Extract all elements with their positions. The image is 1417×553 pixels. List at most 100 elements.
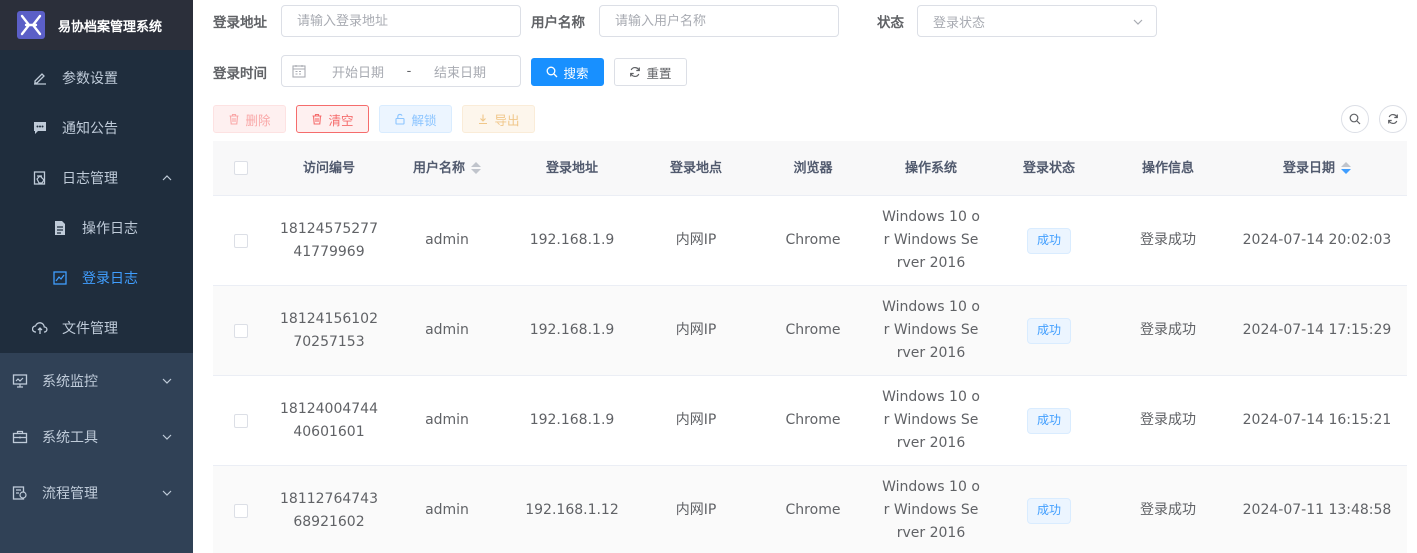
cell-browser: Chrome [785,412,841,428]
cell-user: admin [425,232,469,248]
log-icon [32,170,48,186]
export-button[interactable]: 导出 [462,105,535,133]
cell-browser: Chrome [785,322,841,338]
status-badge: 成功 [1026,407,1071,434]
refresh-table-button[interactable] [1379,105,1407,133]
sort-icon[interactable] [1341,162,1351,174]
reset-button[interactable]: 重置 [614,58,687,86]
logininfor-icon [52,270,68,286]
sidebar-item-label: 日志管理 [62,171,118,187]
user-input[interactable] [615,13,823,29]
cell-date: 2024-07-11 13:48:58 [1242,502,1392,518]
search-icon [547,66,558,78]
cell-ip: 192.168.1.9 [529,322,615,338]
table-row[interactable]: 1811276474368921602 admin 192.168.1.12 内… [213,466,1407,553]
sidebar-item-logininfor[interactable]: 登录日志 [0,253,193,303]
header-user-label: 用户名称 [412,160,465,176]
sidebar-item-process[interactable]: 流程管理 [0,465,193,521]
cell-os: Windows 10 or Windows Server 2016 [882,479,980,541]
header-id: 访问编号 [302,160,355,176]
header-date-label: 登录日期 [1282,160,1335,176]
row-checkbox[interactable] [234,323,248,338]
select-all-checkbox[interactable] [234,161,248,175]
delete-button-label: 删除 [245,112,271,128]
header-date[interactable]: 登录日期 [1227,157,1407,180]
cell-ip: 192.168.1.12 [525,502,619,518]
tool-icon [12,429,28,445]
chevron-down-icon [162,378,172,384]
login-log-table: 访问编号 用户名称 登录地址 登录地点 浏览器 操作系统 登录状态 操作信息 登… [213,141,1407,553]
date-separator: - [406,63,412,79]
message-icon [32,120,48,136]
search-button-label: 搜索 [563,65,589,81]
monitor-icon [12,373,28,389]
cell-location: 内网IP [675,412,717,428]
status-placeholder: 登录状态 [933,15,986,31]
sidebar-item-label: 文件管理 [62,321,118,337]
delete-button[interactable]: 删除 [213,105,286,133]
header-user[interactable]: 用户名称 [389,157,505,180]
cell-browser: Chrome [785,232,841,248]
sidebar-item-tool[interactable]: 系统工具 [0,409,193,465]
ip-input[interactable] [297,13,505,29]
status-select[interactable]: 登录状态 [917,5,1157,37]
table-row[interactable]: 1812415610270257153 admin 192.168.1.9 内网… [213,286,1407,376]
row-checkbox[interactable] [234,503,248,518]
table-row[interactable]: 1812457527741779969 admin 192.168.1.9 内网… [213,196,1407,286]
logo-bar[interactable]: 易协档案管理系统 [0,0,193,50]
toggle-search-button[interactable] [1341,105,1369,133]
header-ip: 登录地址 [545,160,598,176]
sidebar-item-log[interactable]: 日志管理 [0,153,193,203]
header-location: 登录地点 [669,160,722,176]
search-button[interactable]: 搜索 [531,58,604,86]
upload-cloud-icon [32,320,48,336]
chevron-down-icon [162,434,172,440]
row-checkbox[interactable] [234,413,248,428]
chevron-down-icon [162,490,172,496]
status-badge: 成功 [1026,497,1071,524]
row-checkbox[interactable] [234,233,248,248]
header-browser: 浏览器 [793,160,833,176]
cell-ip: 192.168.1.9 [529,412,615,428]
cell-msg: 登录成功 [1140,232,1196,248]
cell-location: 内网IP [675,322,717,338]
refresh-icon [1388,113,1398,125]
cell-id: 1811276474368921602 [280,490,378,530]
start-date-placeholder: 开始日期 [331,65,384,81]
clean-button[interactable]: 清空 [296,105,369,133]
chevron-up-icon [162,175,172,181]
app-title: 易协档案管理系统 [58,19,163,35]
user-input-wrapper [599,5,839,37]
sidebar-item-notice[interactable]: 通知公告 [0,103,193,153]
cell-date: 2024-07-14 17:15:29 [1242,322,1392,338]
sort-icon[interactable] [471,162,481,174]
cell-user: admin [425,412,469,428]
cell-browser: Chrome [785,502,841,518]
unlock-icon [395,113,406,125]
search-icon [1349,113,1361,125]
cell-os: Windows 10 or Windows Server 2016 [882,299,980,361]
date-range-picker[interactable]: 开始日期 - 结束日期 [281,55,521,87]
reset-button-label: 重置 [646,65,672,81]
cell-id: 1812457527741779969 [280,220,378,260]
status-badge: 成功 [1026,317,1071,344]
clean-button-label: 清空 [328,112,354,128]
sidebar-item-label: 操作日志 [82,221,138,237]
sidebar-item-label: 通知公告 [62,121,118,137]
sidebar-item-label: 流程管理 [42,486,98,502]
cell-os: Windows 10 or Windows Server 2016 [882,389,980,451]
cell-user: admin [425,502,469,518]
sidebar-item-label: 系统监控 [42,374,98,390]
app-root: 易协档案管理系统 参数设置 通知公告 日志管理 操作日志 登录日志 文件管理 系… [0,0,1417,553]
sidebar-item-label: 参数设置 [62,71,118,87]
table-row[interactable]: 1812400474440601601 admin 192.168.1.9 内网… [213,376,1407,466]
cell-user: admin [425,322,469,338]
menu-open-group: 参数设置 通知公告 日志管理 操作日志 登录日志 文件管理 [0,50,193,353]
sidebar-item-file[interactable]: 文件管理 [0,303,193,353]
unlock-button[interactable]: 解锁 [379,105,452,133]
sidebar-item-operlog[interactable]: 操作日志 [0,203,193,253]
sidebar-item-monitor[interactable]: 系统监控 [0,353,193,409]
sidebar-item-label: 系统工具 [42,430,98,446]
cell-ip: 192.168.1.9 [529,232,615,248]
sidebar-item-config[interactable]: 参数设置 [0,53,193,103]
